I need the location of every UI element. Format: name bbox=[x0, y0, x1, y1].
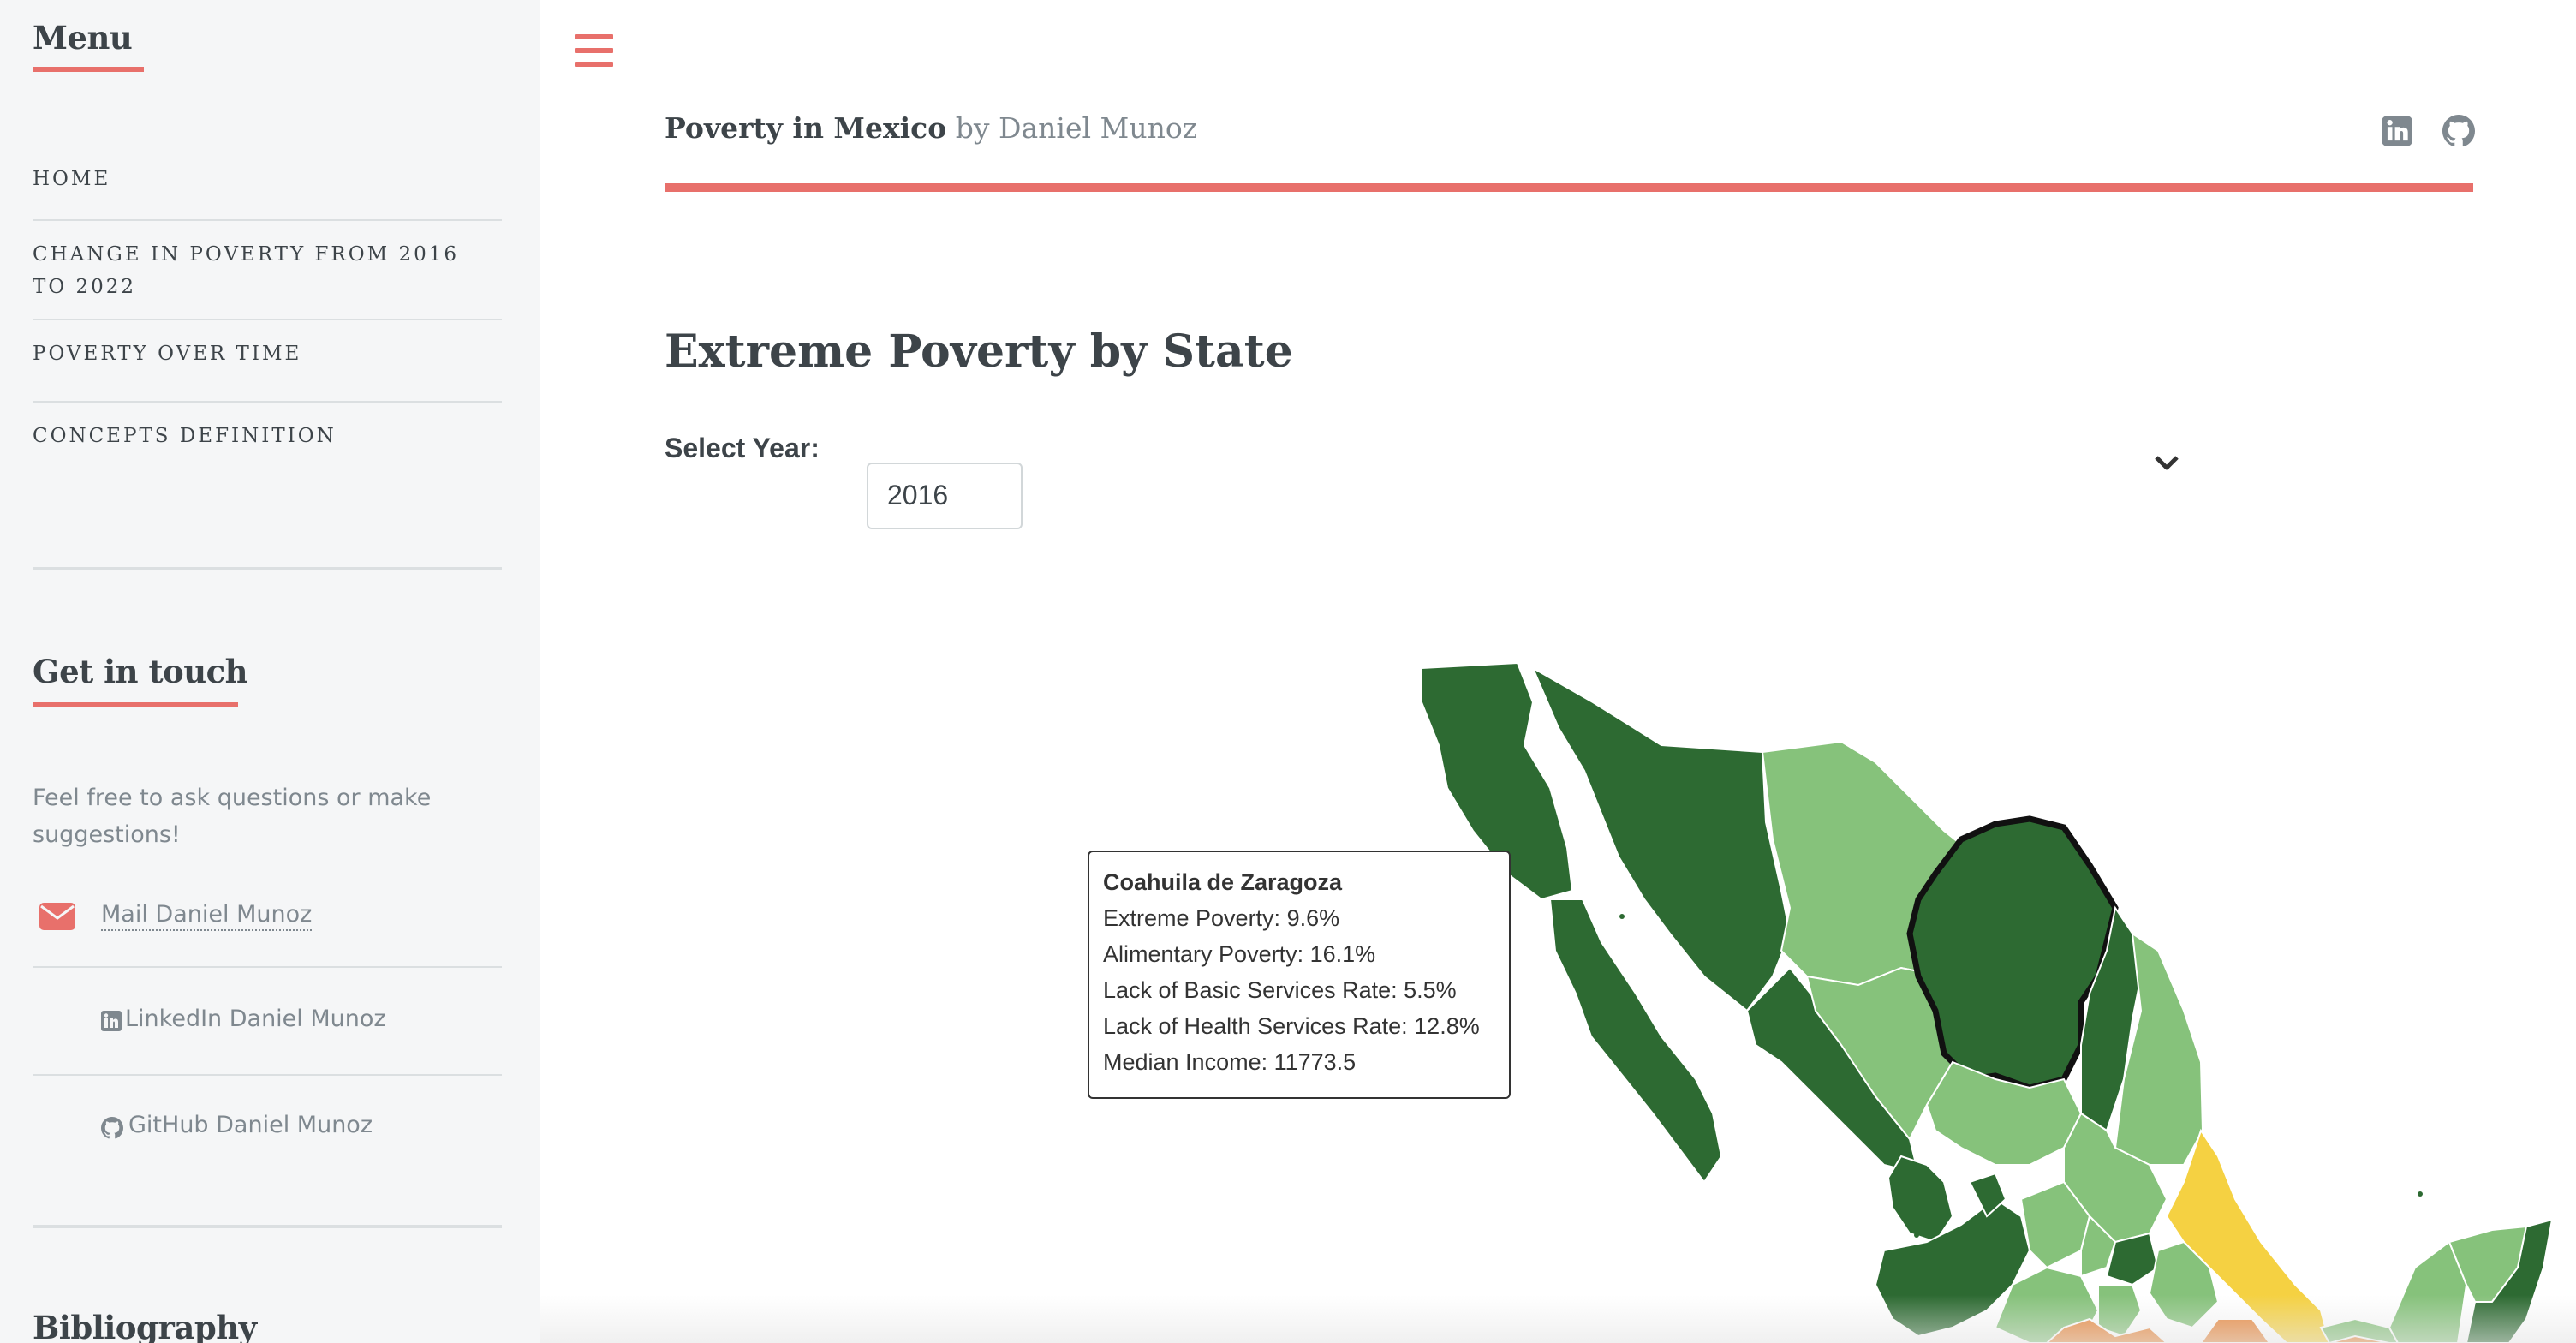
chevron-down-icon[interactable] bbox=[2151, 447, 2182, 478]
tooltip-extreme-poverty: Extreme Poverty: 9.6% bbox=[1103, 905, 1340, 931]
island bbox=[2418, 1191, 2423, 1197]
tooltip-health-services: Lack of Health Services Rate: 12.8% bbox=[1103, 1013, 1480, 1039]
linkedin-icon bbox=[101, 1011, 122, 1031]
tooltip-basic-services: Lack of Basic Services Rate: 5.5% bbox=[1103, 977, 1457, 1003]
site-title-author: by Daniel Munoz bbox=[955, 111, 1198, 145]
island bbox=[1619, 914, 1625, 919]
main-content: Poverty in Mexico by Daniel Munoz Extrem… bbox=[540, 0, 2576, 1343]
contact-title: Get in touch bbox=[33, 653, 248, 690]
menu-item-poverty-over-time[interactable]: POVERTY OVER TIME bbox=[33, 320, 502, 401]
menu-item-change-in-poverty[interactable]: CHANGE IN POVERTY FROM 2016 TO 2022 bbox=[33, 221, 478, 319]
menu-title-underline bbox=[33, 67, 144, 72]
section-divider bbox=[33, 567, 502, 570]
site-title-main: Poverty in Mexico bbox=[665, 111, 947, 145]
menu-list: HOME CHANGE IN POVERTY FROM 2016 TO 2022… bbox=[33, 163, 502, 483]
hamburger-menu-icon[interactable] bbox=[575, 34, 613, 67]
linkedin-link[interactable]: LinkedIn Daniel Munoz bbox=[125, 1006, 386, 1032]
contact-github-row[interactable]: GitHub Daniel Munoz bbox=[33, 1100, 502, 1177]
section-divider bbox=[33, 1225, 502, 1228]
island bbox=[1553, 830, 1558, 835]
year-select[interactable]: 2016 bbox=[867, 463, 1023, 529]
sidebar: Menu HOME CHANGE IN POVERTY FROM 2016 TO… bbox=[0, 0, 540, 1343]
select-year-label: Select Year: bbox=[665, 433, 820, 463]
tooltip-state-name: Coahuila de Zaragoza bbox=[1103, 869, 1343, 895]
menu-title: Menu bbox=[33, 19, 133, 57]
contact-title-underline bbox=[33, 702, 238, 707]
github-icon bbox=[101, 1117, 123, 1139]
bottom-fade bbox=[540, 1295, 2576, 1343]
tooltip-alimentary-poverty: Alimentary Poverty: 16.1% bbox=[1103, 941, 1376, 967]
github-icon[interactable] bbox=[2442, 115, 2475, 147]
page-title: Extreme Poverty by State bbox=[665, 325, 1293, 378]
header-social-icons bbox=[2381, 115, 2475, 147]
state-tooltip: Coahuila de Zaragoza Extreme Poverty: 9.… bbox=[1088, 851, 1511, 1099]
state-nayarit[interactable] bbox=[1887, 1155, 1954, 1244]
contact-linkedin-row[interactable]: LinkedIn Daniel Munoz bbox=[33, 994, 502, 1071]
header-rule bbox=[665, 183, 2473, 192]
menu-item-concepts-definition[interactable]: CONCEPTS DEFINITION bbox=[33, 403, 502, 483]
contact-text: Feel free to ask questions or make sugge… bbox=[33, 785, 432, 848]
contact-mail-row: Mail Daniel Munoz bbox=[33, 891, 502, 966]
menu-item-home[interactable]: HOME bbox=[33, 163, 502, 219]
envelope-icon bbox=[39, 903, 75, 930]
bibliography-title: Bibliography bbox=[33, 1309, 257, 1343]
mail-link[interactable]: Mail Daniel Munoz bbox=[101, 901, 313, 931]
site-title: Poverty in Mexico by Daniel Munoz bbox=[665, 111, 1197, 145]
contact-divider bbox=[33, 966, 502, 968]
island bbox=[1914, 1233, 1919, 1238]
github-link[interactable]: GitHub Daniel Munoz bbox=[128, 1112, 373, 1138]
contact-divider bbox=[33, 1074, 502, 1076]
tooltip-median-income: Median Income: 11773.5 bbox=[1103, 1049, 1357, 1075]
linkedin-icon[interactable] bbox=[2381, 115, 2413, 147]
